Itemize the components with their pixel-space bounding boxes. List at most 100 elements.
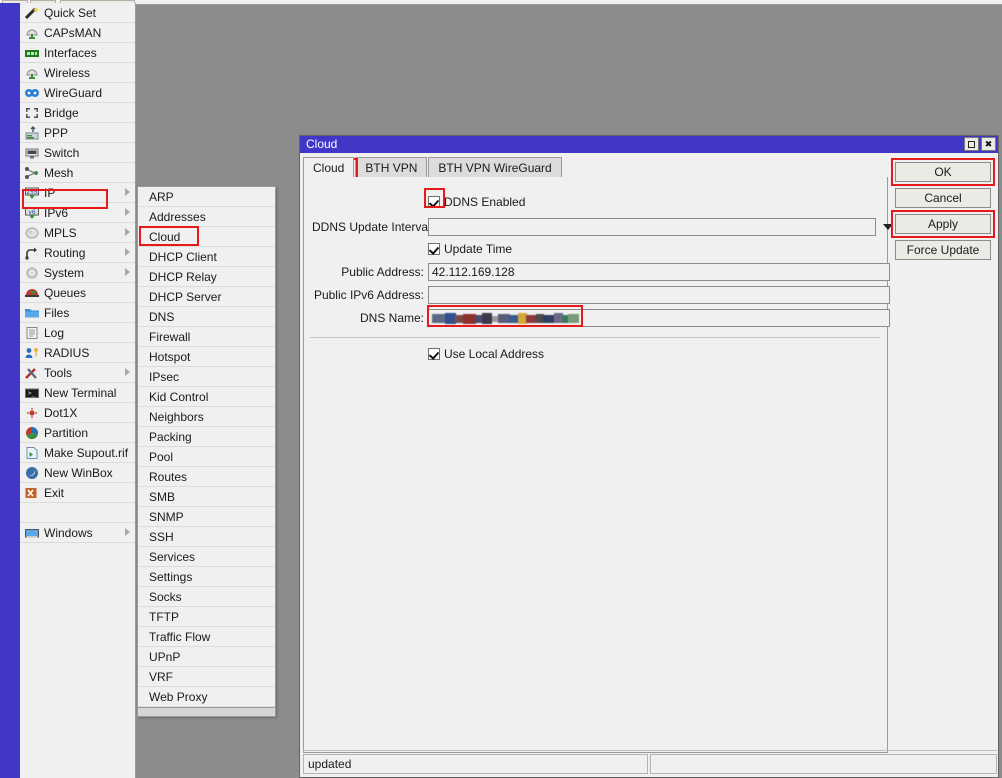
sidebar-item-wireguard[interactable]: WireGuard <box>20 83 135 103</box>
sidebar-item-mesh[interactable]: Mesh <box>20 163 135 183</box>
status-secondary <box>650 754 997 774</box>
sidebar-item-capsman[interactable]: CAPsMAN <box>20 23 135 43</box>
submenu-item-vrf[interactable]: VRF <box>138 667 275 687</box>
dns-name-redacted-value <box>432 312 580 326</box>
submenu-item-addresses[interactable]: Addresses <box>138 207 275 227</box>
ddns-update-interval-input[interactable] <box>428 218 876 236</box>
dns-name-input[interactable] <box>428 309 890 327</box>
submenu-item-socks[interactable]: Socks <box>138 587 275 607</box>
submenu-item-snmp[interactable]: SNMP <box>138 507 275 527</box>
submenu-item-tftp[interactable]: TFTP <box>138 607 275 627</box>
sidebar-item-label: Quick Set <box>44 5 97 20</box>
tab-bth-vpn-wireguard[interactable]: BTH VPN WireGuard <box>428 157 562 177</box>
sidebar-item-wireless[interactable]: Wireless <box>20 63 135 83</box>
folder-icon <box>23 305 41 321</box>
sidebar-item-mpls[interactable]: MPLS <box>20 223 135 243</box>
submenu-item-web-proxy[interactable]: Web Proxy <box>138 687 275 707</box>
sidebar-item-ip[interactable]: 255 IP <box>20 183 135 203</box>
ddns-enabled-checkbox[interactable] <box>428 196 440 208</box>
sidebar-item-ipv6[interactable]: v6 IPv6 <box>20 203 135 223</box>
sidebar-item-new-winbox[interactable]: New WinBox <box>20 463 135 483</box>
submenu-item-ssh[interactable]: SSH <box>138 527 275 547</box>
sidebar-item-quick-set[interactable]: Quick Set <box>20 3 135 23</box>
sidebar-item-switch[interactable]: Switch <box>20 143 135 163</box>
sidebar-item-log[interactable]: Log <box>20 323 135 343</box>
sidebar-item-system[interactable]: System <box>20 263 135 283</box>
cancel-button[interactable]: Cancel <box>895 188 991 208</box>
submenu-item-settings[interactable]: Settings <box>138 567 275 587</box>
update-time-checkbox[interactable] <box>428 243 440 255</box>
sidebar-item-files[interactable]: Files <box>20 303 135 323</box>
submenu-item-cloud[interactable]: Cloud <box>138 227 275 247</box>
update-time-label: Update Time <box>444 242 513 256</box>
sidebar-item-label: System <box>44 265 85 280</box>
sidebar-item-label: MPLS <box>44 225 77 240</box>
restore-icon[interactable] <box>964 137 979 151</box>
force-update-button[interactable]: Force Update <box>895 240 991 260</box>
chevron-right-icon <box>125 528 130 536</box>
sidebar-item-bridge[interactable]: Bridge <box>20 103 135 123</box>
submenu-item-firewall[interactable]: Firewall <box>138 327 275 347</box>
svg-text:v6: v6 <box>28 209 36 216</box>
sidebar-item-make-supout-rif[interactable]: Make Supout.rif <box>20 443 135 463</box>
routing-icon <box>23 245 41 261</box>
submenu-item-traffic-flow[interactable]: Traffic Flow <box>138 627 275 647</box>
submenu-item-kid-control[interactable]: Kid Control <box>138 387 275 407</box>
cloud-dialog-titlebar[interactable]: Cloud ✖ <box>300 136 998 153</box>
submenu-item-packing[interactable]: Packing <box>138 427 275 447</box>
submenu-item-smb[interactable]: SMB <box>138 487 275 507</box>
chevron-right-icon <box>125 228 130 236</box>
sidebar-item-exit[interactable]: Exit <box>20 483 135 503</box>
submenu-item-pool[interactable]: Pool <box>138 447 275 467</box>
ok-button[interactable]: OK <box>895 162 991 182</box>
sidebar-item-radius[interactable]: RADIUS <box>20 343 135 363</box>
close-icon[interactable]: ✖ <box>981 137 996 151</box>
sidebar-item-routing[interactable]: Routing <box>20 243 135 263</box>
submenu-item-routes[interactable]: Routes <box>138 467 275 487</box>
submenu-item-dhcp-relay[interactable]: DHCP Relay <box>138 267 275 287</box>
sidebar-item-queues[interactable]: Queues <box>20 283 135 303</box>
sidebar-item-windows[interactable]: Windows <box>20 523 135 543</box>
submenu-item-neighbors[interactable]: Neighbors <box>138 407 275 427</box>
sidebar-accent-rail <box>0 3 20 778</box>
sidebar-item-partition[interactable]: Partition <box>20 423 135 443</box>
chevron-right-icon <box>125 188 130 196</box>
gear-icon <box>23 265 41 281</box>
use-local-address-checkbox[interactable] <box>428 348 440 360</box>
sidebar-item-label: New WinBox <box>44 465 113 480</box>
main-menu-sidebar: Quick Set CAPsMAN Interfaces Wireless WireGu… <box>0 3 136 778</box>
ddns-enabled-row: DDNS Enabled <box>428 193 525 211</box>
tools-icon <box>23 365 41 381</box>
svg-text:>_: >_ <box>28 390 36 397</box>
public-ipv6-address-input[interactable] <box>428 286 890 304</box>
sidebar-item-label: Dot1X <box>44 405 78 420</box>
sidebar-item-ppp[interactable]: PPP <box>20 123 135 143</box>
partition-icon <box>23 425 41 441</box>
apply-button-wrap: Apply <box>891 210 995 238</box>
sidebar-item-dot1x[interactable]: Dot1X <box>20 403 135 423</box>
submenu-item-dns[interactable]: DNS <box>138 307 275 327</box>
submenu-item-services[interactable]: Services <box>138 547 275 567</box>
sidebar-item-tools[interactable]: Tools <box>20 363 135 383</box>
tab-cloud[interactable]: Cloud <box>303 157 355 177</box>
sidebar-item-label: Files <box>44 305 70 320</box>
submenu-item-hotspot[interactable]: Hotspot <box>138 347 275 367</box>
public-address-input[interactable]: 42.112.169.128 <box>428 263 890 281</box>
chevron-down-icon[interactable] <box>883 224 893 230</box>
sidebar-item-label: Routing <box>44 245 86 260</box>
supout-icon <box>23 445 41 461</box>
submenu-item-dhcp-client[interactable]: DHCP Client <box>138 247 275 267</box>
sidebar-item-new-terminal[interactable]: >_ New Terminal <box>20 383 135 403</box>
submenu-item-upnp[interactable]: UPnP <box>138 647 275 667</box>
submenu-item-ipsec[interactable]: IPsec <box>138 367 275 387</box>
sidebar-item-label: PPP <box>44 125 69 140</box>
sidebar-item-label: WireGuard <box>44 85 103 100</box>
submenu-item-dhcp-server[interactable]: DHCP Server <box>138 287 275 307</box>
windows-icon <box>23 525 41 541</box>
sidebar-item-label: Mesh <box>44 165 74 180</box>
sidebar-item-interfaces[interactable]: Interfaces <box>20 43 135 63</box>
submenu-item-arp[interactable]: ARP <box>138 187 275 207</box>
tab-bth-vpn[interactable]: BTH VPN <box>355 157 428 177</box>
redaction-bar <box>432 313 446 323</box>
apply-button[interactable]: Apply <box>895 214 991 234</box>
